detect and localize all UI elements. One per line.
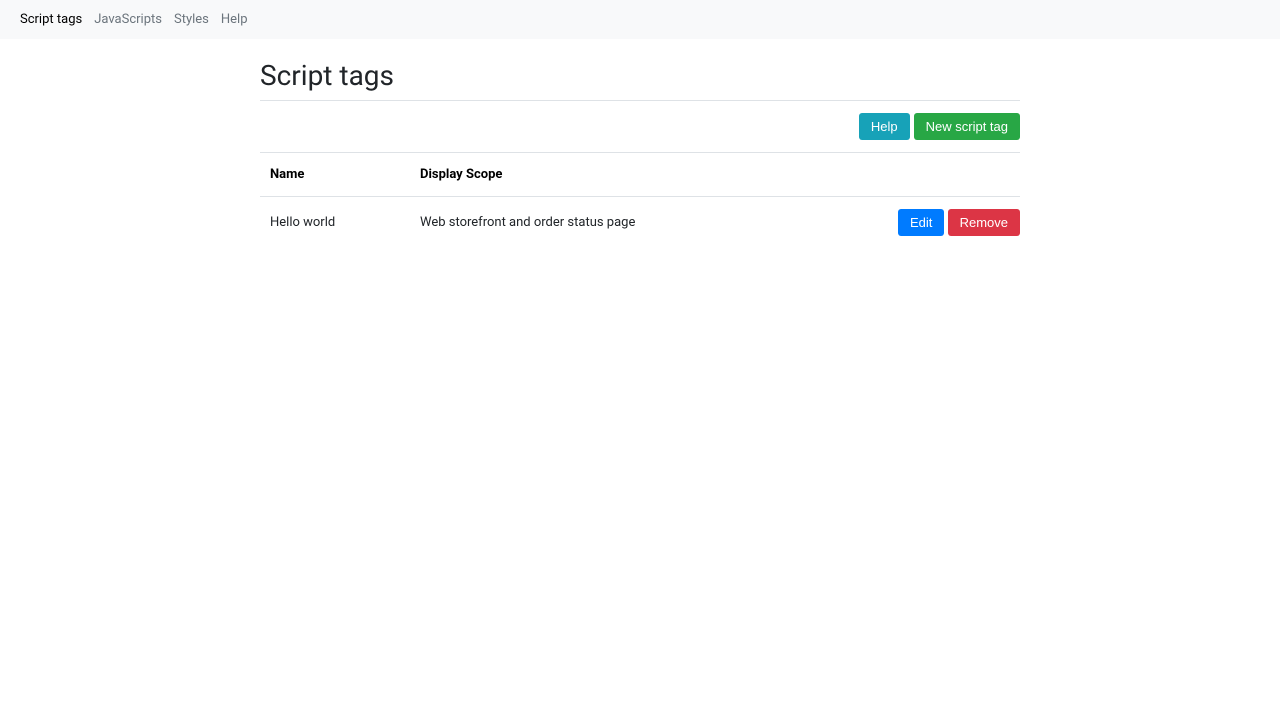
nav-item-styles[interactable]: Styles	[174, 12, 209, 27]
table-row: Hello world Web storefront and order sta…	[260, 197, 1020, 249]
page-title: Script tags	[260, 59, 1020, 101]
new-script-tag-button[interactable]: New script tag	[914, 113, 1020, 140]
cell-display-scope: Web storefront and order status page	[410, 197, 801, 249]
action-bar: Help New script tag	[260, 101, 1020, 153]
nav-item-script-tags[interactable]: Script tags	[20, 12, 82, 27]
edit-button[interactable]: Edit	[898, 209, 944, 236]
nav-item-help[interactable]: Help	[221, 12, 248, 27]
main-container: Script tags Help New script tag Name Dis…	[240, 39, 1040, 268]
remove-button[interactable]: Remove	[948, 209, 1020, 236]
help-button[interactable]: Help	[859, 113, 910, 140]
nav-item-javascripts[interactable]: JavaScripts	[94, 12, 162, 27]
column-header-actions	[801, 153, 1020, 197]
column-header-display-scope: Display Scope	[410, 153, 801, 197]
script-tags-table: Name Display Scope Hello world Web store…	[260, 153, 1020, 248]
cell-name: Hello world	[260, 197, 410, 249]
top-nav: Script tags JavaScripts Styles Help	[0, 0, 1280, 39]
column-header-name: Name	[260, 153, 410, 197]
cell-actions: Edit Remove	[801, 197, 1020, 249]
